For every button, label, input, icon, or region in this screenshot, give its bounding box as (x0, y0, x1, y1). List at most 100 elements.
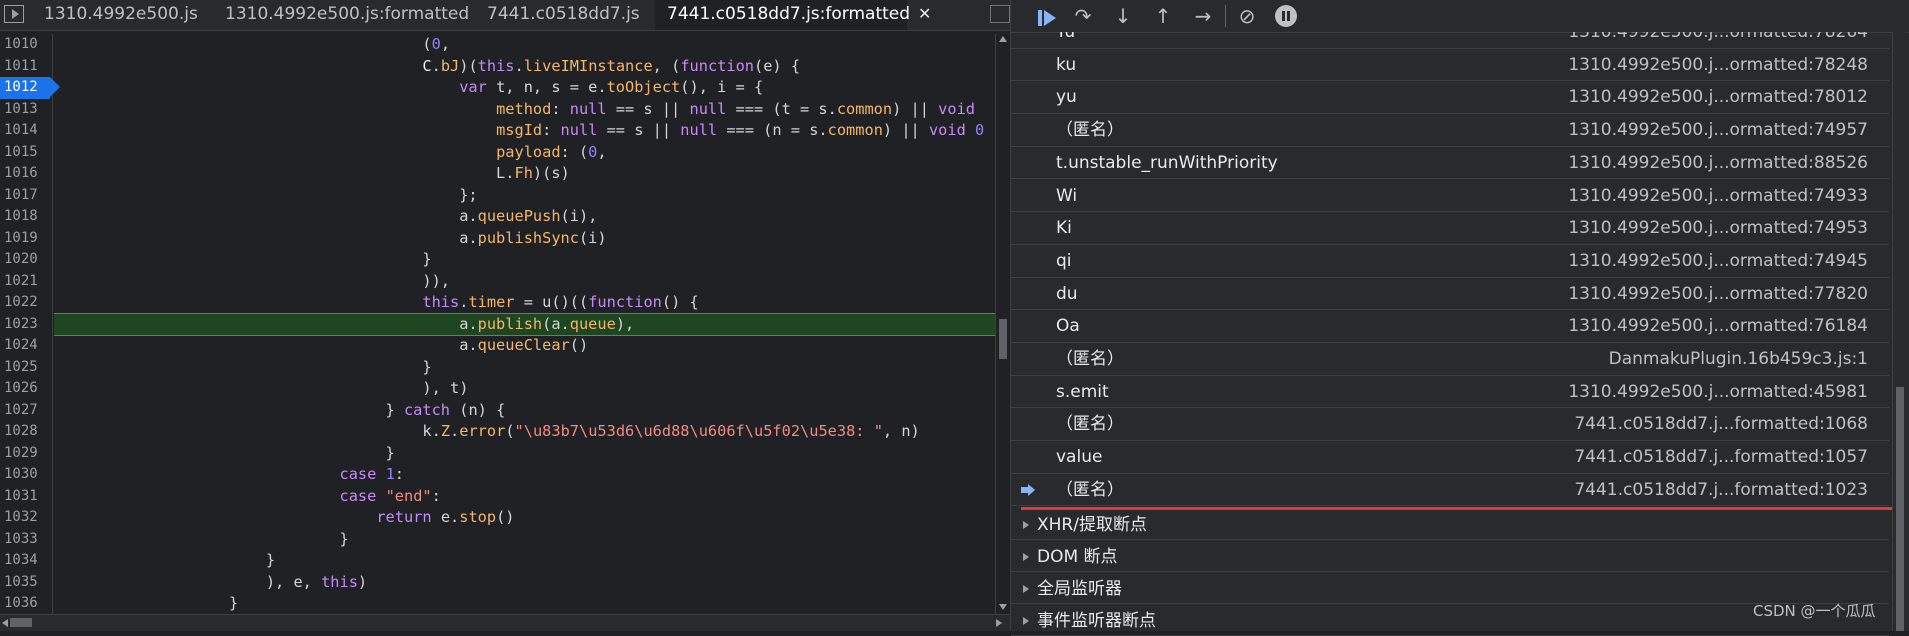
frame-location[interactable]: 1310.4992e500.j...ormatted:74957 (1568, 114, 1868, 146)
code-editor[interactable]: (0, C.bJ)(this.liveIMInstance, (function… (54, 34, 1009, 614)
sidebar-vertical-scrollbar[interactable] (1892, 32, 1906, 631)
line-number[interactable]: 1031 (0, 486, 52, 508)
scrollbar-thumb[interactable] (1896, 387, 1904, 631)
line-number[interactable]: 1032 (0, 507, 52, 529)
line-number[interactable]: 1017 (0, 185, 52, 207)
call-stack-frame[interactable]: Wi 1310.4992e500.j...ormatted:74933 (1011, 180, 1889, 213)
frame-location[interactable]: DanmakuPlugin.16b459c3.js:1 (1609, 343, 1868, 375)
tab-7441-js[interactable]: 7441.c0518dd7.js (487, 0, 640, 30)
section-dom-breakpoints[interactable]: DOM 断点 (1011, 542, 1889, 572)
line-number[interactable]: 1036 (0, 593, 52, 615)
editor-vertical-scrollbar[interactable] (995, 34, 1010, 614)
code-line: case 1: (339, 465, 405, 483)
scroll-down-arrow-icon[interactable] (999, 604, 1007, 610)
toggle-navigator-icon[interactable] (4, 5, 24, 23)
line-number[interactable]: 1026 (0, 378, 52, 400)
line-number[interactable]: 1014 (0, 120, 52, 142)
line-number[interactable]: 1015 (0, 142, 52, 164)
call-stack-frame[interactable]: ku 1310.4992e500.j...ormatted:78248 (1011, 49, 1889, 82)
deactivate-breakpoints-icon[interactable]: ⊘ (1233, 4, 1261, 28)
call-stack-frame[interactable]: Ki 1310.4992e500.j...ormatted:74953 (1011, 212, 1889, 245)
frame-location[interactable]: 1310.4992e500.j...ormatted:88526 (1568, 147, 1868, 179)
resume-icon[interactable] (1033, 4, 1061, 28)
frame-location[interactable]: 1310.4992e500.j...ormatted:74933 (1568, 180, 1868, 212)
line-number[interactable]: 1019 (0, 228, 52, 250)
section-label: 全局监听器 (1037, 579, 1122, 599)
toggle-debugger-sidebar-icon[interactable] (990, 5, 1010, 23)
call-stack-frame-selected[interactable]: （匿名） 7441.c0518dd7.j...formatted:1023 (1011, 473, 1889, 507)
tab-1310-js[interactable]: 1310.4992e500.js (44, 0, 198, 30)
line-number[interactable]: 1020 (0, 249, 52, 271)
section-label: 事件监听器断点 (1037, 611, 1156, 631)
call-stack-frame[interactable]: （匿名） DanmakuPlugin.16b459c3.js:1 (1011, 343, 1889, 376)
line-number[interactable]: 1022 (0, 292, 52, 314)
close-icon[interactable]: ✕ (918, 4, 931, 23)
debugger-sidebar: ↷ ↓ ↑ → ⊘ Yu 1310.4992e500.j...ormatted:… (1011, 0, 1909, 636)
line-number[interactable]: 1023 (0, 314, 52, 336)
call-stack-frame[interactable]: （匿名） 7441.c0518dd7.j...formatted:1068 (1011, 408, 1889, 442)
line-number[interactable]: 1016 (0, 163, 52, 185)
code-line: method: null == s || null === (t = s.com… (496, 99, 976, 118)
tab-1310-js-formatted[interactable]: 1310.4992e500.js:formatted (225, 0, 469, 30)
line-number[interactable]: 1035 (0, 572, 52, 594)
section-xhr-breakpoints[interactable]: XHR/提取断点 (1011, 510, 1889, 540)
call-stack-frame[interactable]: （匿名） 1310.4992e500.j...ormatted:74957 (1011, 114, 1889, 147)
step-icon[interactable]: → (1189, 4, 1217, 28)
frame-location[interactable]: 7441.c0518dd7.j...formatted:1057 (1574, 441, 1868, 473)
pause-on-exceptions-icon[interactable] (1275, 5, 1297, 27)
call-stack-frame[interactable]: du 1310.4992e500.j...ormatted:77820 (1011, 278, 1889, 311)
frame-location[interactable]: 1310.4992e500.j...ormatted:77820 (1568, 278, 1868, 310)
call-stack-frame[interactable]: t.unstable_runWithPriority 1310.4992e500… (1011, 147, 1889, 180)
frame-name: （匿名） (1056, 120, 1124, 141)
code-line: payload: (0, (496, 142, 607, 161)
frame-name: Oa (1056, 316, 1080, 337)
frame-location[interactable]: 1310.4992e500.j...ormatted:76184 (1568, 310, 1868, 342)
scroll-up-arrow-icon[interactable] (999, 36, 1007, 42)
step-out-icon[interactable]: ↑ (1149, 4, 1177, 28)
scrollbar-thumb[interactable] (999, 319, 1007, 359)
line-number[interactable]: 1010 (0, 34, 52, 56)
line-number-gutter[interactable]: 1010 1011 1012 1013 1014 1015 1016 1017 … (0, 34, 60, 615)
call-stack-frame[interactable]: Yu 1310.4992e500.j...ormatted:78264 (1011, 32, 1889, 49)
frame-location[interactable]: 1310.4992e500.j...ormatted:74953 (1568, 212, 1868, 244)
expand-triangle-icon (1023, 617, 1029, 625)
tab-7441-js-formatted[interactable]: 7441.c0518dd7.js:formatted ✕ (655, 0, 931, 30)
frame-location[interactable]: 7441.c0518dd7.j...formatted:1023 (1574, 474, 1868, 506)
line-number[interactable]: 1021 (0, 271, 52, 293)
frame-location[interactable]: 1310.4992e500.j...ormatted:74945 (1568, 245, 1868, 277)
call-stack-frame[interactable]: s.emit 1310.4992e500.j...ormatted:45981 (1011, 376, 1889, 409)
line-number[interactable]: 1025 (0, 357, 52, 379)
call-stack-frame[interactable]: value 7441.c0518dd7.j...formatted:1057 (1011, 441, 1889, 474)
scroll-right-arrow-icon[interactable] (996, 619, 1002, 627)
line-number[interactable]: 1024 (0, 335, 52, 357)
call-stack-frame[interactable]: yu 1310.4992e500.j...ormatted:78012 (1011, 81, 1889, 115)
call-stack-frame[interactable]: qi 1310.4992e500.j...ormatted:74945 (1011, 245, 1889, 278)
frame-name: t.unstable_runWithPriority (1056, 152, 1278, 173)
line-number[interactable]: 1011 (0, 56, 52, 78)
frame-name: （匿名） (1056, 349, 1124, 369)
line-number[interactable]: 1033 (0, 529, 52, 551)
tab-label: 1310.4992e500.js (44, 4, 198, 24)
scrollbar-thumb[interactable] (10, 618, 32, 627)
line-number[interactable]: 1029 (0, 443, 52, 465)
line-number[interactable]: 1034 (0, 550, 52, 572)
frame-location[interactable]: 1310.4992e500.j...ormatted:78248 (1568, 49, 1868, 81)
code-line: } (54, 357, 432, 376)
breakpoint-marker[interactable]: 1012 (0, 77, 60, 99)
step-over-icon[interactable]: ↷ (1069, 4, 1097, 28)
call-stack-frame[interactable]: Oa 1310.4992e500.j...ormatted:76184 (1011, 310, 1889, 343)
line-number[interactable]: 1027 (0, 400, 52, 422)
line-number[interactable]: 1028 (0, 421, 52, 443)
frame-location[interactable]: 1310.4992e500.j...ormatted:78012 (1568, 81, 1868, 113)
line-number[interactable]: 1018 (0, 206, 52, 228)
frame-location[interactable]: 7441.c0518dd7.j...formatted:1068 (1574, 408, 1868, 440)
scroll-left-arrow-icon[interactable] (2, 619, 8, 627)
frame-location[interactable]: 1310.4992e500.j...ormatted:78264 (1568, 32, 1868, 48)
editor-horizontal-scrollbar[interactable] (0, 614, 1010, 631)
frame-location[interactable]: 1310.4992e500.j...ormatted:45981 (1568, 376, 1868, 408)
line-number[interactable]: 1013 (0, 99, 52, 121)
toolbar-separator (1225, 5, 1226, 27)
tab-label: 7441.c0518dd7.js (487, 4, 640, 24)
line-number[interactable]: 1030 (0, 464, 52, 486)
step-into-icon[interactable]: ↓ (1109, 4, 1137, 28)
